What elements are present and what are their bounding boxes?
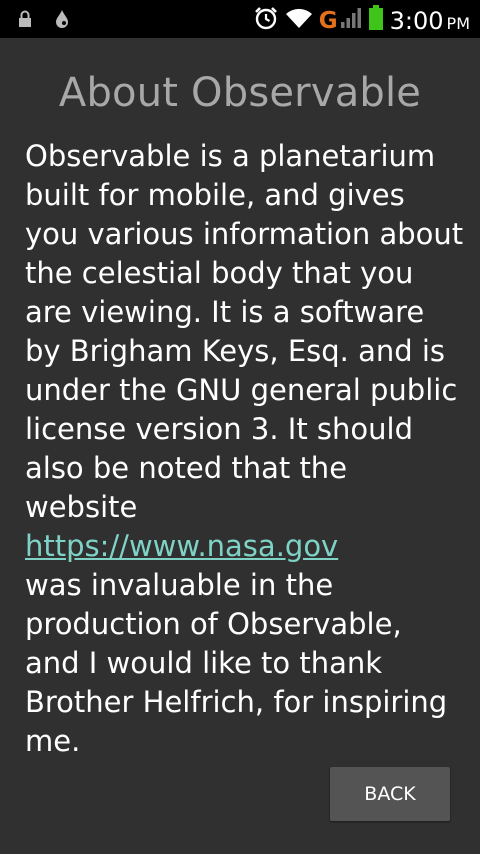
about-paragraph-2: was invaluable in the production of Obse… (25, 568, 448, 758)
clock: 3:00 PM (390, 7, 470, 35)
nasa-link[interactable]: https://www.nasa.gov (25, 527, 465, 566)
about-paragraph-1: Observable is a planetarium built for mo… (25, 139, 464, 524)
status-bar: G 3:00 PM (0, 0, 480, 38)
wifi-icon (285, 6, 313, 35)
battery-icon (368, 5, 384, 36)
alarm-icon (253, 5, 279, 36)
drop-icon (54, 9, 70, 34)
page-title: About Observable (58, 70, 422, 116)
status-left (18, 9, 70, 34)
network-type-label: G (318, 7, 338, 34)
clock-ampm: PM (446, 13, 470, 33)
lock-icon (18, 10, 32, 33)
about-text: Observable is a planetarium built for mo… (25, 137, 465, 761)
signal-icon (340, 7, 362, 34)
status-right: G 3:00 PM (253, 5, 470, 36)
clock-time: 3:00 (389, 6, 444, 35)
back-button[interactable]: BACK (330, 767, 450, 821)
